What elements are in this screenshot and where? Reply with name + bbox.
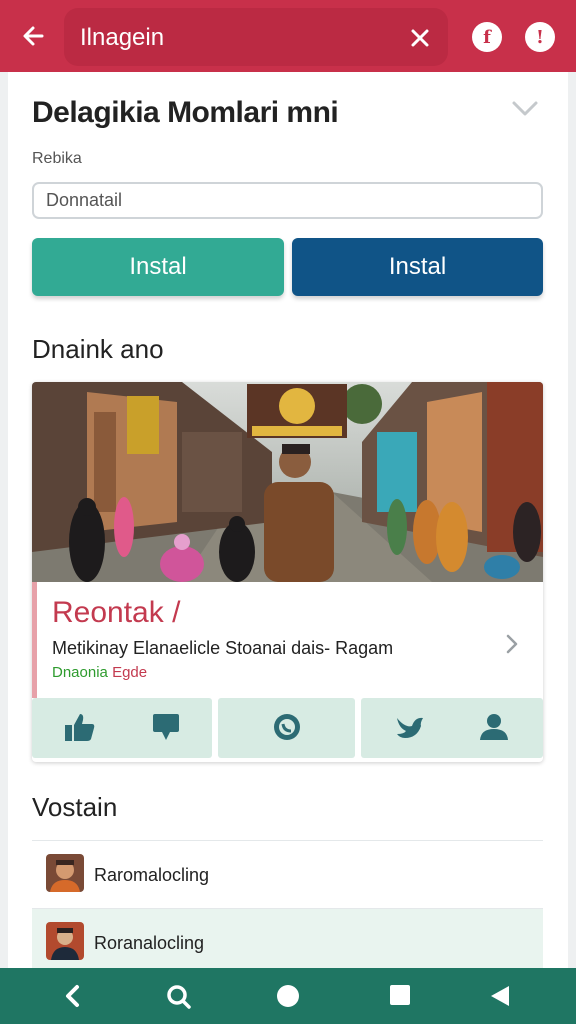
recents-nav-icon[interactable]: [389, 984, 411, 1006]
thumbs-up-icon[interactable]: [64, 712, 96, 742]
app-title: Ilnagein: [80, 24, 165, 51]
feed-section-title: Dnaink ano: [32, 334, 164, 364]
install-button-primary[interactable]: Instal: [32, 238, 284, 296]
news-subtitle: Metikinay Elanaelicle Stoanai dais- Raga…: [52, 638, 394, 658]
text-input[interactable]: [32, 182, 543, 219]
twitter-icon[interactable]: [395, 714, 425, 740]
system-nav-bar: [0, 968, 576, 1024]
list-section-title: Vostain: [32, 792, 118, 822]
whatsapp-button[interactable]: [218, 698, 355, 758]
avatar: [46, 854, 84, 892]
news-accent-bar: [32, 582, 37, 698]
list-item-name: Roranalocling: [94, 933, 205, 953]
news-meta: Dnaonia Egde: [52, 664, 147, 681]
facebook-icon[interactable]: f: [472, 22, 502, 52]
avatar: [46, 922, 84, 960]
like-comment-group: [32, 698, 212, 758]
list-item[interactable]: Roranalocling: [32, 908, 543, 972]
info-icon[interactable]: !: [525, 22, 555, 52]
user-icon[interactable]: [477, 712, 511, 742]
back-arrow-icon[interactable]: [20, 22, 48, 50]
chevron-down-icon[interactable]: [510, 98, 540, 120]
comment-icon[interactable]: [152, 712, 180, 742]
news-tag: Egde: [112, 664, 148, 681]
field-label: Rebika: [32, 150, 82, 167]
close-icon[interactable]: [408, 26, 432, 50]
list-item[interactable]: Raromalocling: [32, 840, 543, 904]
form-heading: Delagikia Momlari mni: [32, 96, 339, 129]
news-source: Dnaonia: [52, 664, 108, 681]
install-button-secondary[interactable]: Instal: [292, 238, 543, 296]
home-nav-icon[interactable]: [276, 984, 300, 1008]
village-market-photo: [32, 382, 543, 582]
back-triangle-icon[interactable]: [489, 984, 511, 1008]
news-title[interactable]: Reontak /: [52, 596, 180, 630]
post-actions: [32, 698, 543, 758]
news-card[interactable]: Reontak / Metikinay Elanaelicle Stoanai …: [32, 382, 543, 762]
whatsapp-icon: [274, 714, 300, 740]
back-nav-icon[interactable]: [62, 984, 84, 1008]
chevron-right-icon[interactable]: [504, 632, 520, 656]
search-nav-icon[interactable]: [166, 984, 192, 1010]
share-group: [361, 698, 543, 758]
app-bar: Ilnagein f !: [0, 0, 576, 72]
list-item-name: Raromalocling: [94, 865, 210, 885]
